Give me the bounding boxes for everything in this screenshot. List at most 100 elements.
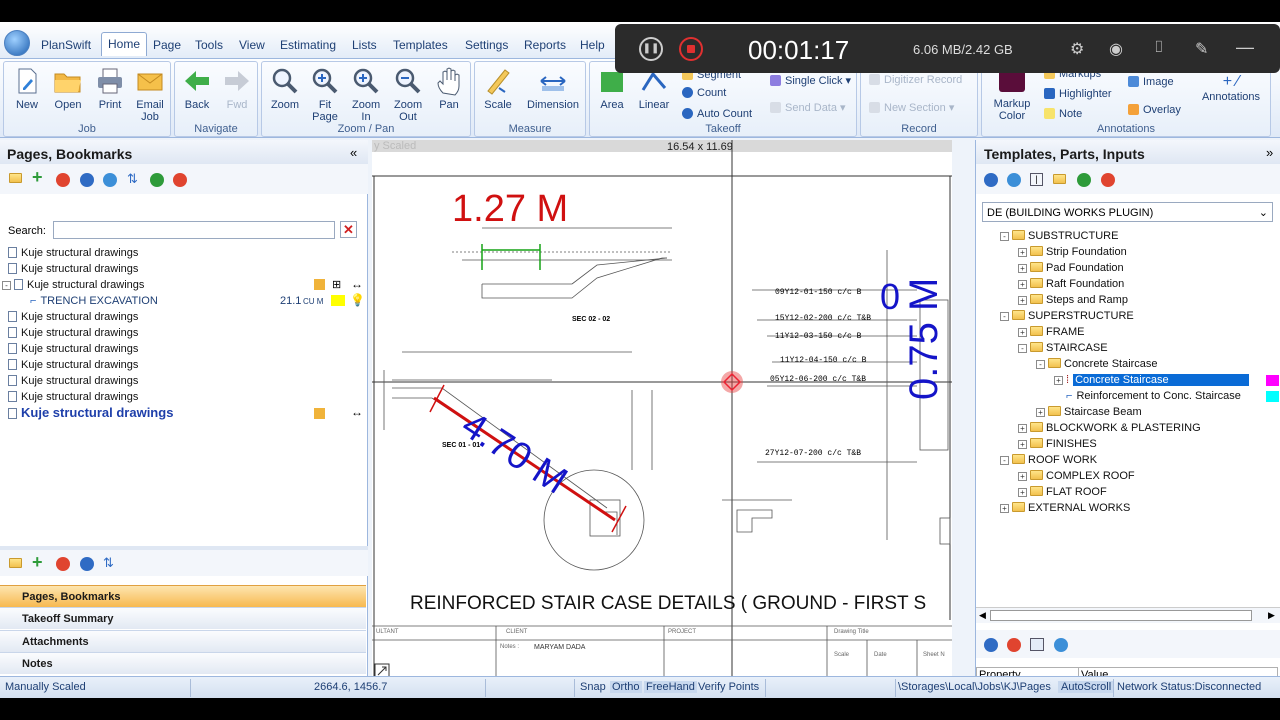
highlighter-button[interactable]: Highlighter [1044,88,1112,100]
forward-button[interactable]: Fwd [221,66,253,111]
list-item[interactable]: Kuje structural drawings [8,263,138,275]
folder-icon[interactable] [1053,174,1066,184]
delete-icon[interactable] [56,557,70,571]
tab-help[interactable]: Help [580,38,605,52]
gear-icon[interactable] [984,638,998,652]
tree-horizontal-scrollbar[interactable]: ◀ ▶ [976,607,1280,623]
folder-icon[interactable] [9,173,22,183]
expand-icon[interactable]: + [1036,408,1045,417]
sort-icon[interactable]: ⇅ [127,171,138,187]
canvas-scroll-gutter[interactable] [952,140,974,676]
image-button[interactable]: Image [1128,76,1174,88]
snap-toggle[interactable]: Snap [580,681,606,693]
note-button[interactable]: Note [1044,108,1082,120]
dimension-button[interactable]: Dimension [523,66,583,111]
markup-color-button[interactable]: Markup Color [986,66,1038,122]
list-item[interactable]: Kuje structural drawings [8,247,138,259]
tab-tools[interactable]: Tools [195,38,223,52]
list-item[interactable]: Kuje structural drawings [8,311,138,323]
tab-estimating[interactable]: Estimating [280,38,336,52]
gear-icon[interactable] [984,173,998,187]
tree-node[interactable]: + FLAT ROOF [1018,486,1107,498]
scroll-right-icon[interactable]: ▶ [1268,610,1275,621]
template-dropdown[interactable]: DE (BUILDING WORKS PLUGIN) ⌄ [982,202,1273,222]
gear-icon[interactable] [80,173,94,187]
expand-icon[interactable]: + [1018,424,1027,433]
screenshot-camera-icon[interactable]: ⌷ [1154,39,1164,57]
sort-icon[interactable]: ⇅ [103,555,114,571]
list-item[interactable]: Kuje structural drawings [8,327,138,339]
autoscroll-toggle[interactable]: AutoScroll [1058,681,1115,693]
tree-node[interactable]: + Pad Foundation [1018,262,1124,274]
expand-icon[interactable]: + [1054,376,1063,385]
freehand-toggle[interactable]: FreeHand [644,681,697,693]
tree-node[interactable]: + Strip Foundation [1018,246,1127,258]
single-click-button[interactable]: Single Click ▾ [770,74,851,87]
color-swatch-magenta[interactable] [1266,375,1279,386]
resize-arrows-icon[interactable]: ↔ [351,277,363,291]
list-item[interactable]: Kuje structural drawings [8,391,138,403]
refresh-icon[interactable] [1007,173,1021,187]
verify-points-toggle[interactable]: Verify Points [698,681,759,693]
expand-icon[interactable]: + [1018,328,1027,337]
tree-node[interactable]: + ⁞ Concrete Staircase [1054,374,1249,386]
expand-icon[interactable]: + [1018,472,1027,481]
folder-icon[interactable] [9,558,22,568]
scroll-left-icon[interactable]: ◀ [979,610,986,621]
nav-attachments[interactable]: Attachments [0,630,366,652]
tree-node[interactable]: + Raft Foundation [1018,278,1124,290]
digitizer-record-button[interactable]: Digitizer Record [869,74,962,86]
zoom-in-button[interactable]: Zoom In [349,66,383,123]
add-icon[interactable]: + [32,552,43,573]
expand-icon[interactable]: + [1018,248,1027,257]
column-icon[interactable]: | [1030,173,1043,186]
tree-node[interactable]: + COMPLEX ROOF [1018,470,1135,482]
color-swatch-cyan[interactable] [1266,391,1279,402]
pause-icon[interactable]: ❚❚ [639,37,663,61]
lightbulb-icon[interactable]: 💡 [350,293,365,307]
tab-settings[interactable]: Settings [465,38,508,52]
delete-icon[interactable] [56,173,70,187]
collapse-icon[interactable]: - [1018,344,1027,353]
scale-button[interactable]: Scale [479,66,517,111]
tree-node[interactable]: - SUPERSTRUCTURE [1000,310,1134,322]
nav-pages-bookmarks[interactable]: Pages, Bookmarks [0,585,366,607]
send-data-button[interactable]: Send Data ▾ [770,101,846,114]
print-button[interactable]: Print [92,66,128,111]
clear-search-icon[interactable]: ✕ [340,221,357,238]
delete-icon[interactable] [1007,638,1021,652]
nav-takeoff-summary[interactable]: Takeoff Summary [0,607,366,629]
tree-node[interactable]: - ROOF WORK [1000,454,1097,466]
email-job-button[interactable]: Email Job [132,66,168,123]
zoom-button[interactable]: Zoom [268,66,302,111]
expand-icon[interactable]: + [1018,488,1027,497]
add-icon[interactable] [1077,173,1091,187]
tree-node[interactable]: + EXTERNAL WORKS [1000,502,1130,514]
collapse-icon[interactable]: - [2,281,11,290]
planswift-logo-icon[interactable] [4,30,30,56]
tree-node[interactable]: - Concrete Staircase [1036,358,1158,370]
expand-icon[interactable]: + [1018,264,1027,273]
list-item-selected[interactable]: Kuje structural drawings [8,405,173,420]
tab-templates[interactable]: Templates [393,38,448,52]
pan-button[interactable]: Pan [432,66,466,111]
tree-node[interactable]: + FRAME [1018,326,1085,338]
webcam-icon[interactable]: ◉ [1109,39,1123,59]
collapse-all-icon[interactable] [173,173,187,187]
tree-node[interactable]: ⌐ Reinforcement to Conc. Staircase [1054,390,1241,402]
expand-icon[interactable]: + [1018,296,1027,305]
tree-node[interactable]: - SUBSTRUCTURE [1000,230,1118,242]
color-swatch-yellow[interactable] [331,295,345,306]
tree-node[interactable]: + FINISHES [1018,438,1097,450]
search-input[interactable] [53,221,335,239]
expand-icon[interactable]: + [1018,440,1027,449]
scroll-thumb[interactable] [990,610,1252,621]
resize-arrows-icon[interactable]: ↔ [351,405,363,419]
fit-page-button[interactable]: Fit Page [308,66,342,123]
list-item[interactable]: Kuje structural drawings [8,343,138,355]
refresh-icon[interactable] [1054,638,1068,652]
table-icon[interactable] [1030,638,1044,651]
collapse-icon[interactable]: - [1000,312,1009,321]
overlay-button[interactable]: Overlay [1128,104,1181,116]
minimize-icon[interactable]: — [1236,37,1254,58]
